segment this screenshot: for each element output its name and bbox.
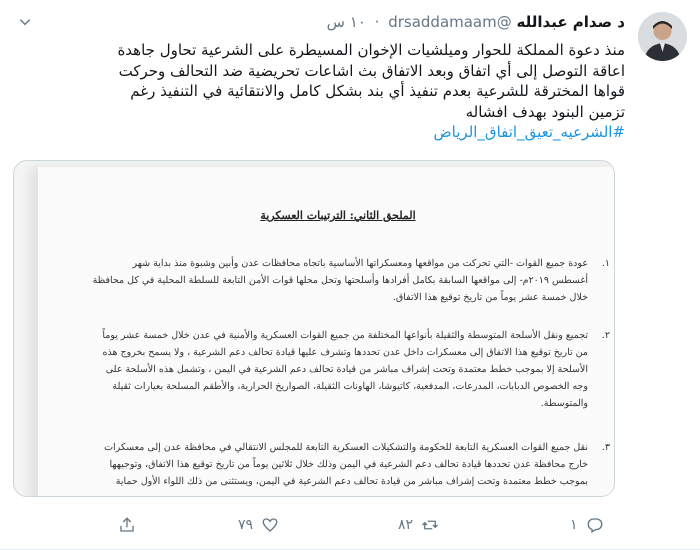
retweet-icon [422,520,439,530]
item-line: وجه الخصوص الدبابات، المدرعات، المدفعية،… [112,381,588,392]
reply-count: ١ [570,517,578,533]
tweet-header: د صدام عبدالله @drsaddamaam · ١٠ س [327,12,625,32]
item-line: والمتوسطة. [540,398,588,409]
timestamp[interactable]: ١٠ س [327,13,366,31]
item-number: ١. [601,258,610,269]
tweet-text-line: منذ دعوة المملكة للحوار وميلشيات الإخوان… [117,41,625,59]
retweet-count: ٨٢ [398,517,414,533]
share-button[interactable] [118,516,136,534]
reply-icon [587,518,602,533]
item-line: عودة جميع القوات -التي تحركت من مواقعها … [132,258,589,269]
tweet-text: منذ دعوة المملكة للحوار وميلشيات الإخوان… [35,40,625,143]
reply-button[interactable]: ١ [570,516,604,534]
tweet-actions: ٧٩ ٨٢ ١ [0,510,700,540]
tweet-text-line: تزمين البنود بهدف افشاله [465,102,625,121]
tweet-text-line: قواها المخترقة للشرعية بعدم تنفيذ أي بند… [130,82,625,100]
tweet[interactable]: د صدام عبدالله @drsaddamaam · ١٠ س منذ د… [0,0,700,550]
display-name[interactable]: د صدام عبدالله [517,13,625,31]
item-line: أغسطس ٢٠١٩م- إلى مواقعها السابقة بكامل أ… [92,275,588,286]
like-button[interactable]: ٧٩ [238,516,279,534]
like-count: ٧٩ [238,517,254,533]
document-title: الملحق الثاني: الترتيبات العسكرية [260,209,416,222]
chevron-down-icon[interactable] [18,14,32,28]
heart-icon [262,518,278,532]
item-number: ٢. [601,330,610,341]
avatar[interactable] [638,12,687,61]
handle[interactable]: @drsaddamaam [388,13,512,31]
separator-dot: · [374,13,380,31]
item-line: خلال خمسة عشر يوماً من تاريخ توقيع هذا ا… [392,292,588,303]
document-item: ١. عودة جميع القوات -التي تحركت من مواقع… [68,255,610,306]
item-line: من تاريخ توقيع هذا الاتفاق إلى معسكرات د… [102,347,588,358]
media-attachment[interactable]: الملحق الثاني: الترتيبات العسكرية ١. عود… [13,160,615,497]
document-item: ٢. تجميع ونقل الأسلحة المتوسطة والثقيلة … [68,327,610,412]
document-image: الملحق الثاني: الترتيبات العسكرية ١. عود… [38,167,614,496]
item-number: ٣. [601,442,610,453]
document-item: ٣. نقل جميع القوات العسكرية التابعة للحك… [68,439,610,490]
item-line: خارج محافظة عدن تحددها قيادة تحالف دعم ا… [109,459,588,470]
avatar-image [638,12,687,61]
tweet-text-line: اعاقة التوصل إلى أي اتفاق وبعد الاتفاق ب… [118,61,625,80]
item-line: نقل جميع القوات العسكرية التابعة للحكومة… [104,442,588,453]
retweet-button[interactable]: ٨٢ [398,516,439,534]
hashtag-link[interactable]: #الشرعيه_تعيق_اتفاق_الرياض [35,122,625,143]
share-icon [120,517,134,532]
item-line: تجميع ونقل الأسلحة المتوسطة والثقيلة بأن… [102,330,588,341]
item-line: الأسلحة إلا بموجب خطط معتمدة وتحت إشراف … [105,364,588,375]
item-line: بموجب خطط معتمدة وتحت إشراف مباشر من قيا… [115,476,588,487]
